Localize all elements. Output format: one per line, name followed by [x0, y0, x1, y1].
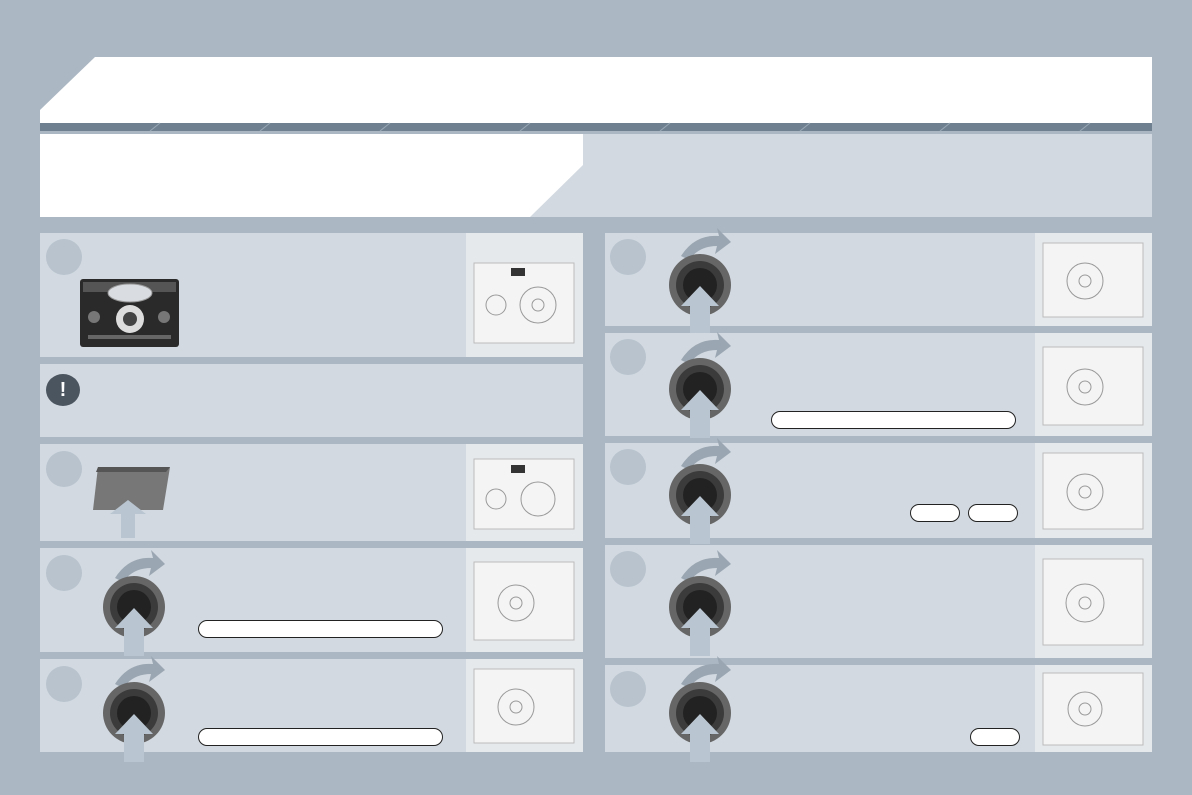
radio-faceplate-thumbnail	[466, 444, 583, 541]
menu-option-field	[198, 620, 443, 638]
menu-option-field	[198, 728, 443, 746]
menu-option-field	[771, 411, 1016, 429]
radio-faceplate-thumbnail	[466, 233, 583, 357]
radio-faceplate-thumbnail	[466, 548, 583, 652]
warning-panel	[40, 364, 583, 437]
button-option-field	[910, 504, 960, 522]
control-knob-icon	[669, 550, 731, 656]
step-number-circle	[46, 451, 82, 487]
radio-faceplate-thumbnail	[1035, 233, 1152, 326]
step-number-circle	[610, 551, 646, 587]
button-option-field	[970, 728, 1020, 746]
control-knob-icon	[103, 550, 165, 656]
step-number-circle	[610, 239, 646, 275]
step-number-circle	[46, 239, 82, 275]
radio-faceplate-thumbnail	[1035, 333, 1152, 436]
step-number-circle	[610, 449, 646, 485]
step-number-circle	[46, 555, 82, 591]
header-band	[40, 57, 1152, 217]
control-knob-icon	[669, 228, 731, 334]
exclamation-icon: !	[46, 374, 80, 406]
control-knob-icon	[669, 438, 731, 544]
cd-player-illustration	[80, 279, 179, 347]
control-knob-icon	[103, 656, 165, 762]
radio-faceplate-thumbnail	[1035, 443, 1152, 538]
radio-faceplate-thumbnail	[1035, 665, 1152, 752]
radio-faceplate-thumbnail	[466, 659, 583, 752]
step-number-circle	[46, 666, 82, 702]
control-knob-icon	[669, 332, 731, 438]
radio-faceplate-thumbnail	[1035, 545, 1152, 658]
step-number-circle	[610, 339, 646, 375]
control-knob-icon	[669, 656, 731, 762]
card-insert-icon	[93, 467, 170, 538]
step-number-circle	[610, 671, 646, 707]
button-option-field	[968, 504, 1018, 522]
